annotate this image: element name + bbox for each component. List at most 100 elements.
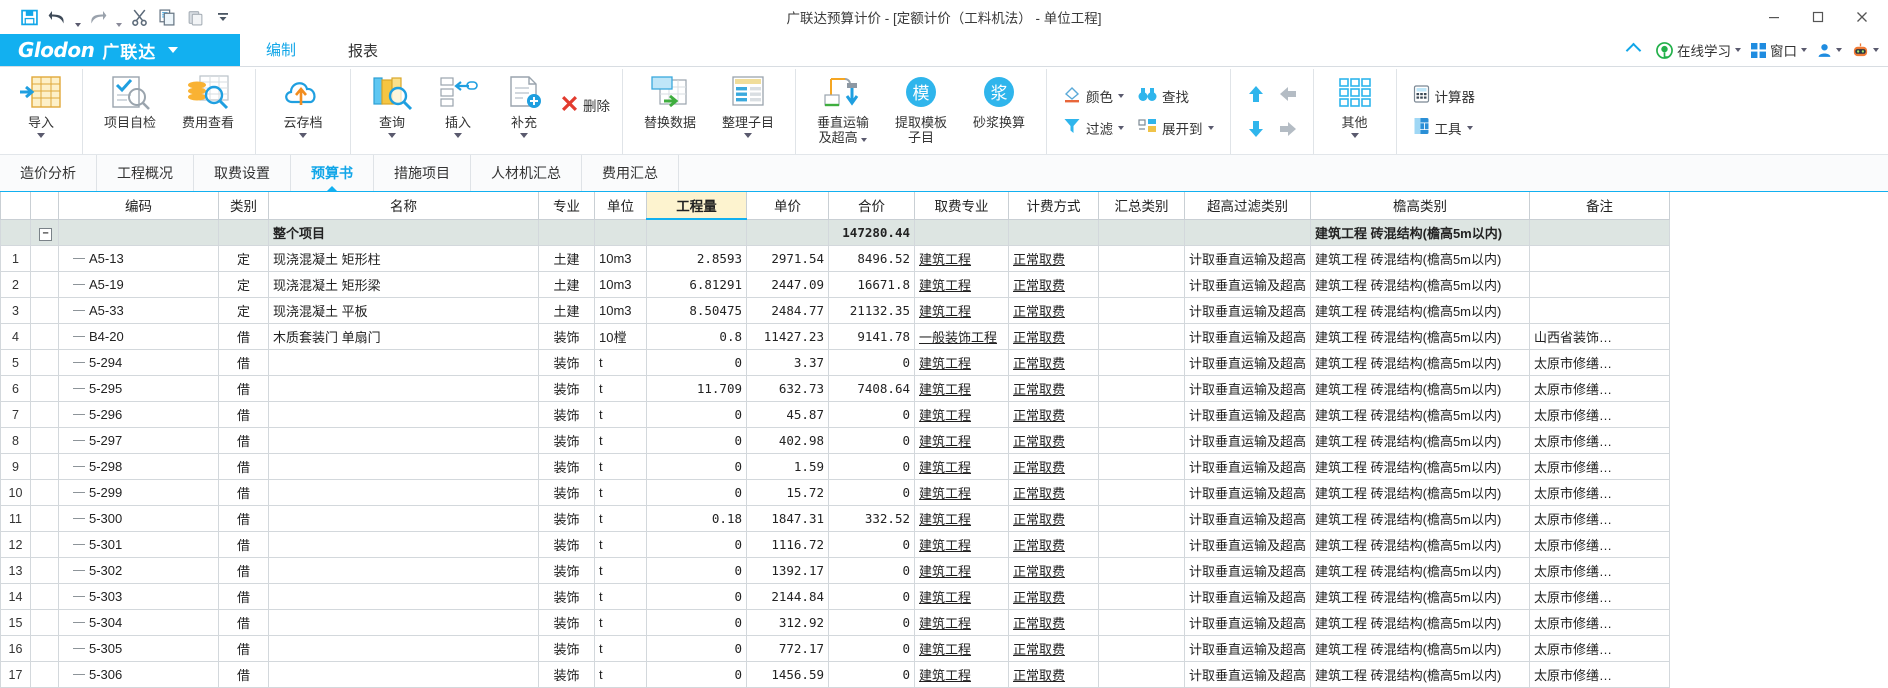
grid-header-remark[interactable]: 备注: [1529, 192, 1671, 220]
cell-price[interactable]: 632.73: [746, 375, 829, 402]
cell-eave_cat[interactable]: 建筑工程 砖混结构(檐高5m以内): [1310, 661, 1531, 688]
organize-items-button[interactable]: 整理子目: [709, 69, 787, 154]
cell-total[interactable]: 0: [828, 661, 915, 688]
cloud-archive-button[interactable]: 云存档: [264, 69, 342, 154]
cell-category[interactable]: 借: [218, 349, 269, 376]
cell-qty[interactable]: 0: [646, 635, 747, 662]
cell-unit[interactable]: t: [594, 453, 647, 480]
cell-name[interactable]: [268, 531, 539, 558]
cell-category[interactable]: 借: [218, 635, 269, 662]
cell-fee_major[interactable]: 建筑工程: [914, 609, 1009, 636]
vertical-transport-dropdown-icon[interactable]: [861, 138, 868, 142]
cell-major[interactable]: 装饰: [538, 375, 595, 402]
paste-icon[interactable]: [182, 5, 208, 29]
cell-fee_mode[interactable]: 正常取费: [1008, 661, 1099, 688]
cell-code[interactable]: A5-19: [58, 271, 219, 298]
cell-major[interactable]: 装饰: [538, 531, 595, 558]
cell-over_filter[interactable]: 计取垂直运输及超高: [1183, 427, 1312, 454]
cell-eave_cat[interactable]: 建筑工程 砖混结构(檐高5m以内): [1310, 349, 1531, 376]
cell-eave_cat[interactable]: 建筑工程 砖混结构(檐高5m以内): [1310, 323, 1531, 350]
cell-major[interactable]: 装饰: [538, 635, 595, 662]
other-button[interactable]: 其他: [1322, 69, 1388, 154]
cell-sum_cat[interactable]: [1098, 453, 1185, 480]
move-down-button[interactable]: [1243, 116, 1269, 142]
table-row[interactable]: 6 5-295 借 装饰 t 11.709 632.73 7408.64 建筑工程 正常取费 计取垂…: [0, 375, 1671, 402]
cell-sum_cat[interactable]: [1098, 245, 1185, 272]
cell-major[interactable]: 土建: [538, 271, 595, 298]
cell-major[interactable]: 装饰: [538, 349, 595, 376]
cell-fee_mode[interactable]: 正常取费: [1008, 427, 1099, 454]
import-button[interactable]: 导入: [8, 69, 74, 154]
cell-unit[interactable]: 10m3: [594, 245, 647, 272]
grid-header-fee_major[interactable]: 取费专业: [914, 192, 1009, 220]
save-icon[interactable]: [16, 5, 42, 29]
cell-name[interactable]: [268, 349, 539, 376]
cell-fee_mode[interactable]: 正常取费: [1008, 505, 1099, 532]
cell-code[interactable]: 5-305: [58, 635, 219, 662]
cell-over_filter[interactable]: 计取垂直运输及超高: [1183, 453, 1312, 480]
cell-remark[interactable]: 太原市修缮…: [1529, 531, 1671, 558]
table-row[interactable]: 16 5-305 借装饰 t 0 772.17 0 建筑工程 正常取费 计取垂直运输及超高 建筑工程…: [0, 635, 1671, 662]
cell-unit[interactable]: t: [594, 375, 647, 402]
cell-fee_mode[interactable]: 正常取费: [1008, 349, 1099, 376]
supplement-button[interactable]: 补充: [491, 69, 557, 154]
cell-major[interactable]: 装饰: [538, 505, 595, 532]
cell-category[interactable]: 定: [218, 245, 269, 272]
cell-qty[interactable]: 0.18: [646, 505, 747, 532]
table-row[interactable]: 2 A5-19 定现浇混凝土 矩形梁 土建 10m3 6.81291 2447.09 1667…: [0, 271, 1671, 298]
cell-unit[interactable]: t: [594, 635, 647, 662]
move-right-button[interactable]: [1275, 116, 1301, 142]
cell-unit[interactable]: t: [594, 479, 647, 506]
insert-button[interactable]: 插入: [425, 69, 491, 154]
grid-header-price[interactable]: 单价: [746, 192, 829, 220]
cell-remark[interactable]: 太原市修缮…: [1529, 349, 1671, 376]
cell-qty[interactable]: 0: [646, 479, 747, 506]
cell-unit[interactable]: t: [594, 557, 647, 584]
cell-name[interactable]: [268, 583, 539, 610]
cell-sum_cat[interactable]: [1098, 427, 1185, 454]
cell-total[interactable]: 0: [828, 453, 915, 480]
move-up-button[interactable]: [1243, 81, 1269, 107]
table-row[interactable]: 5 5-294 借装饰 t 0 3.37 0 建筑工程 正常取费 计取垂直运输及超高 建筑工程 砖混…: [0, 349, 1671, 376]
cell-eave_cat[interactable]: 建筑工程 砖混结构(檐高5m以内): [1310, 505, 1531, 532]
cell-total[interactable]: 332.52: [828, 505, 915, 532]
cell-category[interactable]: 借: [218, 557, 269, 584]
cell-name[interactable]: [268, 401, 539, 428]
cell-over_filter[interactable]: 计取垂直运输及超高: [1183, 375, 1312, 402]
cell-sum_cat[interactable]: [1098, 375, 1185, 402]
cell-sum_cat[interactable]: [1098, 557, 1185, 584]
cell-sum_cat[interactable]: [1098, 479, 1185, 506]
cell-category[interactable]: 借: [218, 375, 269, 402]
cell-price[interactable]: 2971.54: [746, 245, 829, 272]
cell-total[interactable]: 9141.78: [828, 323, 915, 350]
cell-total[interactable]: 0: [828, 557, 915, 584]
expand-to-dropdown-icon[interactable]: [1207, 125, 1214, 130]
cell-category[interactable]: 定: [218, 271, 269, 298]
cell-name[interactable]: [268, 505, 539, 532]
query-button[interactable]: 查询: [359, 69, 425, 154]
cell-fee_major[interactable]: 建筑工程: [914, 635, 1009, 662]
filter-button[interactable]: 过滤: [1059, 116, 1128, 139]
cell-code[interactable]: 5-306: [58, 661, 219, 688]
cell-fee_mode[interactable]: 正常取费: [1008, 635, 1099, 662]
cell-fee_major[interactable]: 一般装饰工程: [914, 323, 1009, 350]
grid-header-total[interactable]: 合价: [828, 192, 915, 220]
cell-name[interactable]: 现浇混凝土 矩形柱: [268, 245, 539, 272]
table-row[interactable]: 4 B4-20 借木质套装门 单扇门 装饰 10樘 0.8 11427.23 9141.78 一…: [0, 323, 1671, 350]
cell-eave_cat[interactable]: 建筑工程 砖混结构(檐高5m以内): [1310, 583, 1531, 610]
cell-eave_cat[interactable]: 建筑工程 砖混结构(檐高5m以内): [1310, 427, 1531, 454]
cell-total[interactable]: 0: [828, 479, 915, 506]
cell-price[interactable]: 772.17: [746, 635, 829, 662]
user-menu-dropdown-icon[interactable]: [1836, 48, 1842, 52]
cell-sum_cat[interactable]: [1098, 505, 1185, 532]
cell-category[interactable]: 借: [218, 583, 269, 610]
cell-sum_cat[interactable]: [1098, 635, 1185, 662]
cell-eave_cat[interactable]: 建筑工程 砖混结构(檐高5m以内): [1310, 531, 1531, 558]
table-row[interactable]: 3 A5-33 定现浇混凝土 平板 土建 10m3 8.50475 2484.77 21132…: [0, 297, 1671, 324]
replace-data-button[interactable]: 替换数据: [631, 69, 709, 154]
ribbon-tab-report[interactable]: 报表: [322, 34, 404, 66]
grid-header-exp[interactable]: [30, 192, 59, 220]
cell-unit[interactable]: t: [594, 427, 647, 454]
grid-header-unit[interactable]: 单位: [594, 192, 647, 220]
cell-major[interactable]: 装饰: [538, 557, 595, 584]
